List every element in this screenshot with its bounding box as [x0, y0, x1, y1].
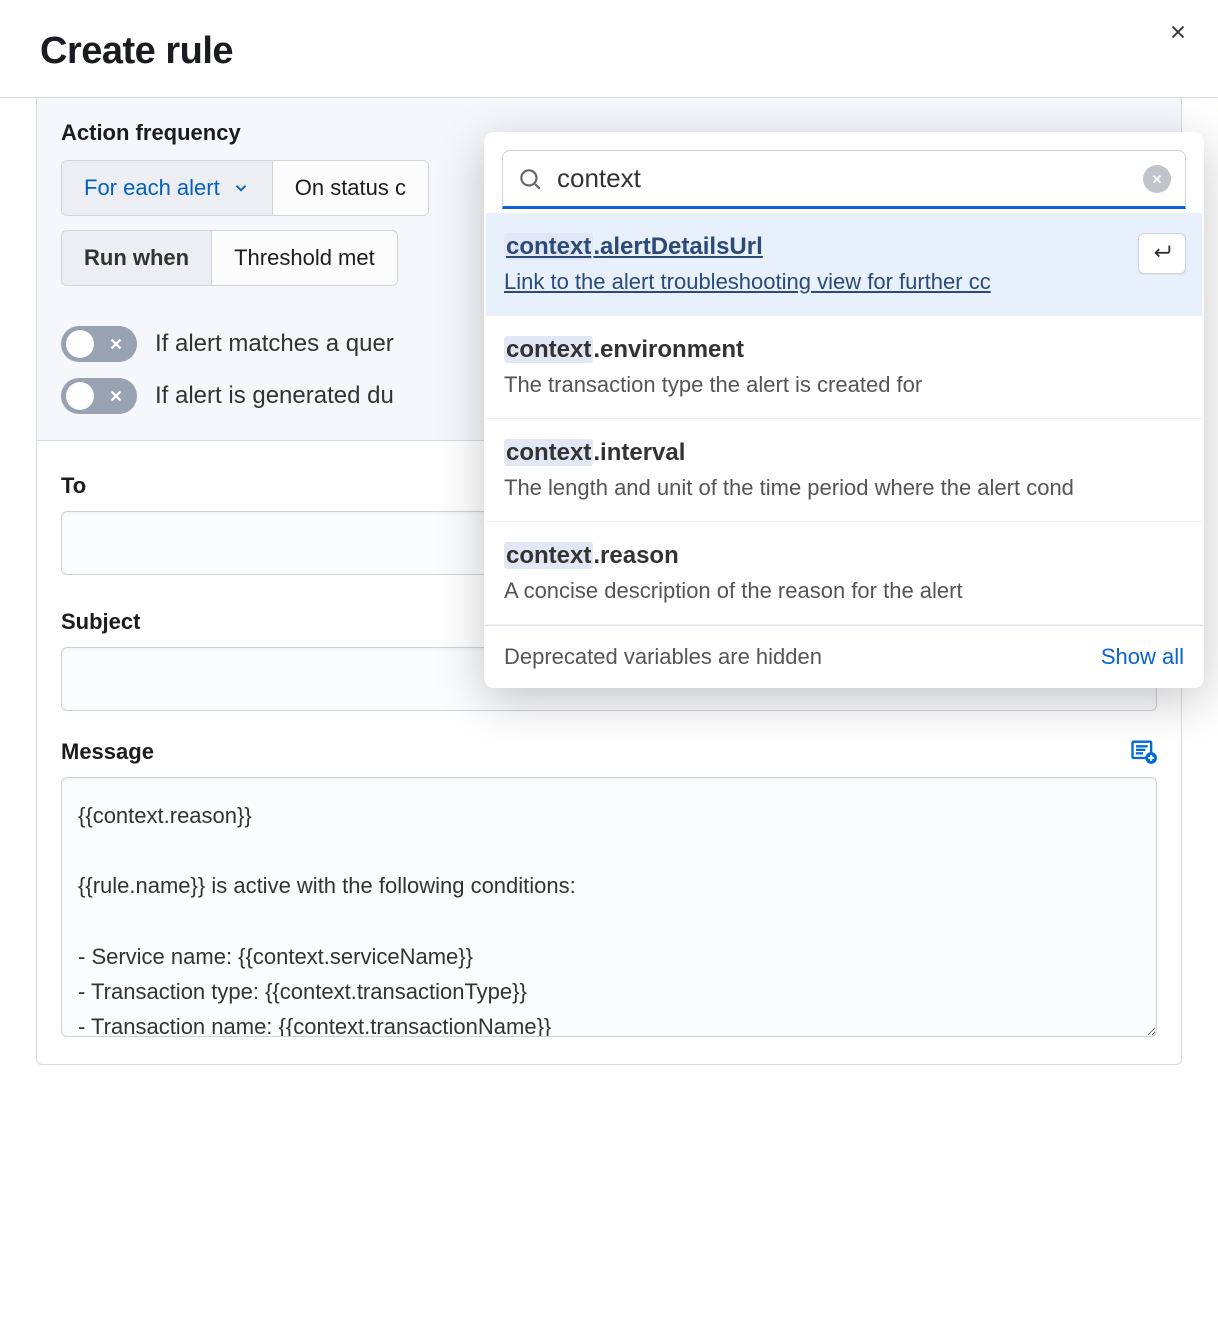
insert-variable-icon — [1129, 737, 1157, 765]
variable-search-wrapper — [502, 150, 1186, 209]
show-all-link[interactable]: Show all — [1101, 644, 1184, 670]
enter-key-hint — [1138, 233, 1186, 274]
insert-variable-button[interactable] — [1129, 737, 1157, 770]
close-button[interactable] — [1164, 18, 1192, 46]
toggle-matches-query[interactable] — [61, 326, 137, 362]
toggle-matches-query-label: If alert matches a quer — [155, 330, 394, 358]
popover-footer: Deprecated variables are hidden Show all — [484, 625, 1204, 688]
suggestion-title: context.environment — [504, 336, 1184, 364]
x-icon — [107, 387, 125, 405]
clear-search-button[interactable] — [1143, 165, 1171, 193]
variable-suggestion-item[interactable]: context.environment The transaction type … — [486, 316, 1202, 419]
deprecated-hint: Deprecated variables are hidden — [504, 644, 822, 670]
toggle-generated-during-label: If alert is generated du — [155, 382, 394, 410]
suggestion-title: context.reason — [504, 542, 1184, 570]
modal-title: Create rule — [40, 30, 1178, 73]
close-icon — [1167, 21, 1189, 43]
suggestion-description: A concise description of the reason for … — [504, 578, 1184, 604]
x-icon — [1150, 172, 1164, 186]
enter-icon — [1151, 240, 1173, 262]
suggestion-title: context.interval — [504, 439, 1184, 467]
variable-autocomplete-popover: context.alertDetailsUrl Link to the alert… — [484, 132, 1204, 688]
toggle-knob — [66, 330, 94, 358]
variable-suggestion-item[interactable]: context.alertDetailsUrl Link to the alert… — [486, 213, 1202, 316]
suggestion-description: The length and unit of the time period w… — [504, 475, 1184, 501]
message-label: Message — [61, 739, 1157, 765]
on-status-dropdown[interactable]: On status c — [273, 161, 428, 215]
variable-search-input[interactable] — [557, 163, 1129, 194]
run-when-value: Threshold met — [234, 245, 375, 271]
x-icon — [107, 335, 125, 353]
run-when-group: Run when Threshold met — [61, 230, 398, 286]
search-icon — [517, 166, 543, 192]
suggestion-title: context.alertDetailsUrl — [504, 233, 1184, 261]
toggle-knob — [66, 382, 94, 410]
variable-suggestion-item[interactable]: context.interval The length and unit of t… — [486, 419, 1202, 522]
toggle-generated-during[interactable] — [61, 378, 137, 414]
suggestion-description: The transaction type the alert is create… — [504, 372, 1184, 398]
variable-suggestion-item[interactable]: context.reason A concise description of t… — [486, 522, 1202, 625]
run-when-dropdown[interactable]: Threshold met — [212, 231, 397, 285]
modal-header: Create rule — [0, 0, 1218, 97]
message-textarea[interactable] — [61, 777, 1157, 1037]
run-when-label-seg: Run when — [62, 231, 212, 285]
for-each-alert-label: For each alert — [84, 175, 220, 201]
variable-suggestion-list: context.alertDetailsUrl Link to the alert… — [484, 209, 1204, 625]
for-each-alert-dropdown[interactable]: For each alert — [62, 161, 273, 215]
frequency-select-group: For each alert On status c — [61, 160, 429, 216]
run-when-label: Run when — [84, 245, 189, 271]
suggestion-description: Link to the alert troubleshooting view f… — [504, 269, 1184, 295]
chevron-down-icon — [232, 179, 250, 197]
on-status-label: On status c — [295, 175, 406, 201]
